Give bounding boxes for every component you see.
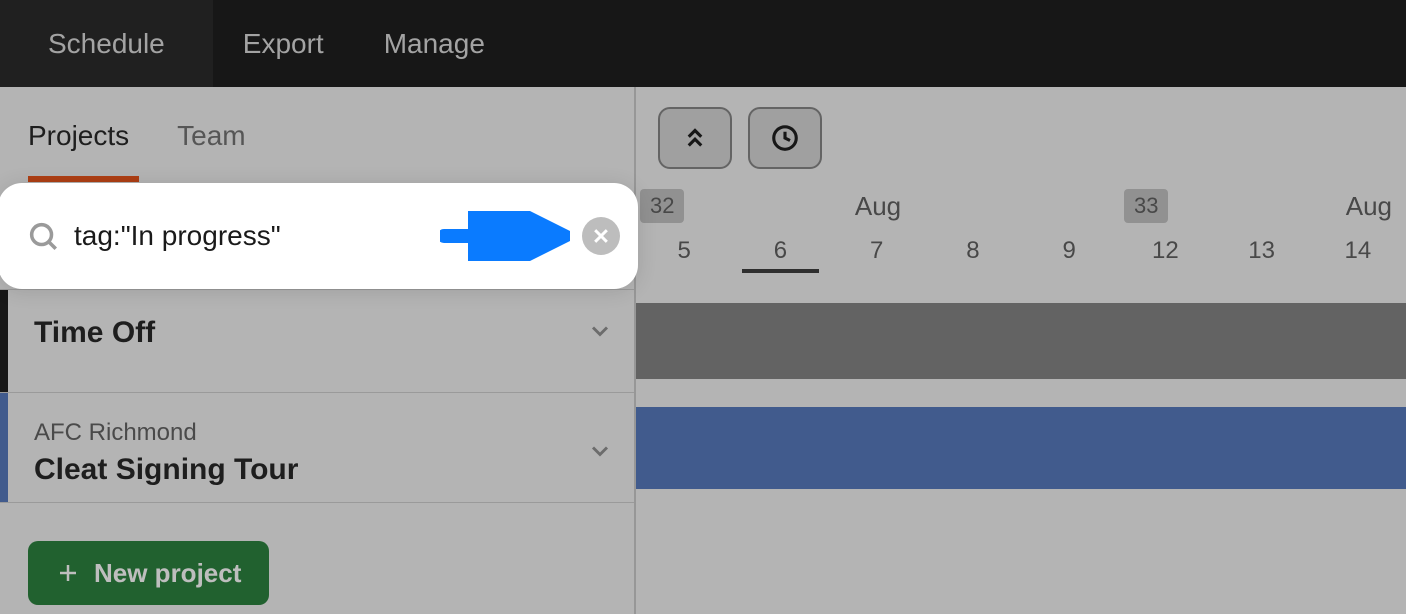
close-icon bbox=[591, 226, 611, 246]
day-label[interactable]: 9 bbox=[1021, 237, 1117, 265]
project-title: Cleat Signing Tour bbox=[34, 453, 298, 487]
week-number-badge: 32 bbox=[640, 189, 684, 223]
double-chevron-up-icon bbox=[680, 123, 710, 153]
project-row-cleat-signing-tour[interactable]: AFC Richmond Cleat Signing Tour bbox=[0, 393, 634, 503]
gantt-bar[interactable] bbox=[636, 407, 1406, 489]
plus-icon bbox=[56, 561, 80, 585]
new-project-button[interactable]: New project bbox=[28, 541, 269, 605]
subtab-team[interactable]: Team bbox=[177, 120, 245, 152]
project-title: Time Off bbox=[34, 316, 155, 350]
content-area: Projects Team Time Off bbox=[0, 87, 1406, 614]
day-label-today[interactable]: 6 bbox=[732, 237, 828, 265]
gantt-row-cleat-signing-tour bbox=[636, 393, 1406, 503]
collapse-all-button[interactable] bbox=[658, 107, 732, 169]
sub-tabs: Projects Team bbox=[0, 87, 634, 185]
week-labels: 32 Aug 33 Aug bbox=[636, 187, 1406, 223]
top-nav: Schedule Export Manage bbox=[0, 0, 1406, 87]
month-label: Aug bbox=[855, 191, 901, 222]
chevron-down-icon[interactable] bbox=[586, 317, 614, 350]
time-view-button[interactable] bbox=[748, 107, 822, 169]
timeline-toolbar bbox=[658, 107, 822, 169]
day-label[interactable]: 12 bbox=[1117, 237, 1213, 265]
search-icon bbox=[26, 219, 60, 253]
row-accent bbox=[0, 393, 8, 502]
tab-schedule[interactable]: Schedule bbox=[0, 0, 213, 87]
project-subtitle: AFC Richmond bbox=[34, 419, 298, 447]
week-col: 32 Aug bbox=[636, 187, 1120, 223]
gantt-area bbox=[636, 289, 1406, 503]
left-panel: Projects Team Time Off bbox=[0, 87, 634, 614]
tab-export[interactable]: Export bbox=[213, 0, 354, 87]
row-accent bbox=[0, 290, 8, 392]
day-label[interactable]: 5 bbox=[636, 237, 732, 265]
chevron-down-icon[interactable] bbox=[586, 437, 614, 470]
week-number-badge: 33 bbox=[1124, 189, 1168, 223]
project-row-time-off[interactable]: Time Off bbox=[0, 289, 634, 393]
timeline-panel: 32 Aug 33 Aug 5 6 7 8 9 12 13 14 bbox=[636, 87, 1406, 614]
annotation-arrow bbox=[440, 211, 570, 261]
project-list: Time Off AFC Richmond Cleat Signing Tour bbox=[0, 289, 634, 503]
search-bar bbox=[0, 183, 638, 289]
timeline-header: 32 Aug 33 Aug 5 6 7 8 9 12 13 14 bbox=[636, 187, 1406, 287]
day-label[interactable]: 13 bbox=[1214, 237, 1310, 265]
tab-manage[interactable]: Manage bbox=[354, 0, 515, 87]
day-label[interactable]: 14 bbox=[1310, 237, 1406, 265]
day-label[interactable]: 8 bbox=[925, 237, 1021, 265]
day-labels: 5 6 7 8 9 12 13 14 bbox=[636, 237, 1406, 265]
clock-icon bbox=[770, 123, 800, 153]
day-label[interactable]: 7 bbox=[829, 237, 925, 265]
gantt-row-time-off bbox=[636, 289, 1406, 393]
clear-search-button[interactable] bbox=[582, 217, 620, 255]
week-col: 33 Aug bbox=[1120, 187, 1406, 223]
new-project-label: New project bbox=[94, 558, 241, 589]
search-input[interactable] bbox=[74, 220, 440, 252]
subtab-projects[interactable]: Projects bbox=[28, 120, 129, 152]
month-label: Aug bbox=[1346, 191, 1392, 222]
gantt-bar[interactable] bbox=[636, 303, 1406, 379]
